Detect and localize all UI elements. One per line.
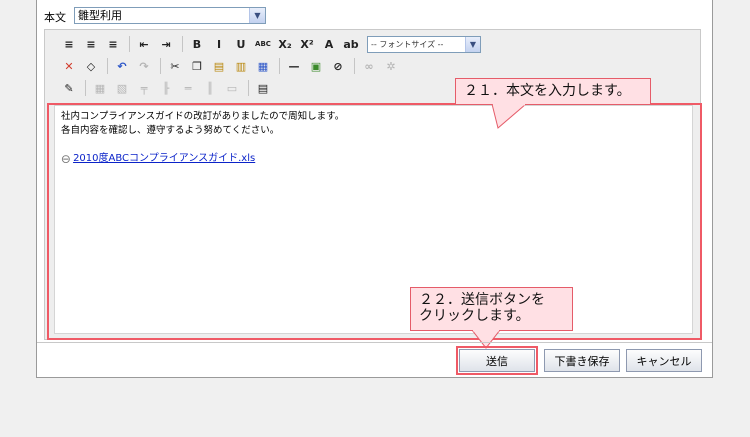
- template-select-value: 雛型利用: [78, 9, 122, 22]
- align-right-icon[interactable]: ≡: [103, 35, 123, 53]
- save-draft-button[interactable]: 下書き保存: [544, 349, 620, 372]
- toolbar-separator: [160, 58, 161, 74]
- redo-icon[interactable]: ↷: [134, 57, 154, 75]
- source-icon[interactable]: ▤: [253, 79, 273, 97]
- body-text-line-2: 各自内容を確認し、遵守するよう努めてください。: [61, 125, 280, 136]
- delete-col-icon[interactable]: ║: [200, 79, 220, 97]
- strikethrough-icon[interactable]: ABC: [253, 35, 273, 53]
- rich-text-editor: ≡ ≡ ≡ ⇤ ⇥ B I U ABC X₂ X² Aab -- フォントサイズ -- ▼ ✕ ◇ ↶ ↷ ✂ ❐ ▤…: [44, 29, 701, 340]
- delete-icon[interactable]: ✕: [59, 57, 79, 75]
- attach-icon[interactable]: ⊘: [328, 57, 348, 75]
- chevron-down-icon[interactable]: ▼: [249, 8, 265, 23]
- cut-icon[interactable]: ✂: [165, 57, 185, 75]
- callout-step-21: ２１．本文を入力します。: [455, 78, 651, 105]
- template-select[interactable]: 雛型利用 ▼: [74, 7, 266, 24]
- callout-step-21-tail: [491, 104, 527, 129]
- callout-step-22-tail: [471, 330, 501, 349]
- horizontal-rule-icon[interactable]: —: [284, 57, 304, 75]
- body-label: 本文: [44, 11, 66, 24]
- edit-icon[interactable]: ✎: [59, 79, 79, 97]
- font-size-select-value: -- フォントサイズ --: [371, 39, 444, 49]
- outdent-icon[interactable]: ⇤: [134, 35, 154, 53]
- callout-step-21-text: ２１．本文を入力します。: [464, 83, 631, 99]
- toolbar-separator: [182, 36, 183, 52]
- merge-cells-icon[interactable]: ▭: [222, 79, 242, 97]
- toolbar-separator: [107, 58, 108, 74]
- paste-word-icon[interactable]: ▦: [253, 57, 273, 75]
- send-button[interactable]: 送信: [459, 349, 535, 372]
- highlight-icon[interactable]: ab: [341, 35, 361, 53]
- toolbar-row-3: ✎ ▦ ▧ ╤ ╟ ═ ║ ▭ ▤: [59, 78, 275, 98]
- paste-icon[interactable]: ▤: [209, 57, 229, 75]
- insert-row-icon[interactable]: ╤: [134, 79, 154, 97]
- paste-text-icon[interactable]: ▥: [231, 57, 251, 75]
- attachment-link[interactable]: 2010度ABCコンプライアンスガイド.xls: [73, 152, 255, 166]
- table-props-icon[interactable]: ▧: [112, 79, 132, 97]
- insert-image-icon[interactable]: ▣: [306, 57, 326, 75]
- toolbar-row-1: ≡ ≡ ≡ ⇤ ⇥ B I U ABC X₂ X² Aab -- フォントサイズ -- ▼: [59, 34, 481, 54]
- toolbar-separator: [354, 58, 355, 74]
- body-text-line-1: 社内コンプライアンスガイドの改訂がありましたので周知します。: [61, 111, 345, 122]
- undo-icon[interactable]: ↶: [112, 57, 132, 75]
- action-button-bar: 送信 下書き保存 キャンセル: [0, 349, 750, 372]
- toolbar-separator: [248, 80, 249, 96]
- subscript-icon[interactable]: X₂: [275, 35, 295, 53]
- align-center-icon[interactable]: ≡: [81, 35, 101, 53]
- unlink-icon[interactable]: ✲: [381, 57, 401, 75]
- delete-row-icon[interactable]: ═: [178, 79, 198, 97]
- callout-step-22: ２２．送信ボタンを クリックします。: [410, 287, 573, 331]
- callout-step-22-text-1: ２２．送信ボタンを: [419, 292, 545, 308]
- table-icon[interactable]: ▦: [90, 79, 110, 97]
- paperclip-icon: ⊘: [57, 150, 75, 168]
- copy-icon[interactable]: ❐: [187, 57, 207, 75]
- toolbar-row-2: ✕ ◇ ↶ ↷ ✂ ❐ ▤ ▥ ▦ — ▣ ⊘ ∞ ✲: [59, 56, 403, 76]
- link-icon[interactable]: ∞: [359, 57, 379, 75]
- attachment: ⊘ 2010度ABCコンプライアンスガイド.xls: [57, 150, 686, 168]
- editor-content[interactable]: 社内コンプライアンスガイドの改訂がありましたので周知します。 各自内容を確認し、…: [54, 105, 693, 334]
- indent-icon[interactable]: ⇥: [156, 35, 176, 53]
- font-size-select[interactable]: -- フォントサイズ -- ▼: [367, 35, 481, 53]
- toolbar-separator: [279, 58, 280, 74]
- callout-step-22-text-2: クリックします。: [419, 308, 530, 324]
- toolbar-separator: [129, 36, 130, 52]
- cancel-button[interactable]: キャンセル: [626, 349, 702, 372]
- bold-icon[interactable]: B: [187, 35, 207, 53]
- footer-divider: [37, 342, 712, 343]
- toolbar-separator: [85, 80, 86, 96]
- italic-icon[interactable]: I: [209, 35, 229, 53]
- eraser-icon[interactable]: ◇: [81, 57, 101, 75]
- align-left-icon[interactable]: ≡: [59, 35, 79, 53]
- superscript-icon[interactable]: X²: [297, 35, 317, 53]
- chevron-down-icon[interactable]: ▼: [465, 36, 480, 52]
- underline-icon[interactable]: U: [231, 35, 251, 53]
- font-color-icon[interactable]: A: [319, 35, 339, 53]
- insert-col-icon[interactable]: ╟: [156, 79, 176, 97]
